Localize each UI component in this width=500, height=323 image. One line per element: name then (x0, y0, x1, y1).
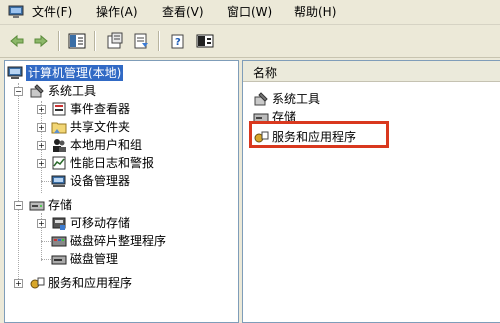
defrag-icon (51, 236, 67, 247)
back-arrow-icon[interactable] (8, 32, 26, 50)
expand-toggle[interactable]: + (37, 105, 46, 114)
expand-toggle[interactable]: + (37, 123, 46, 132)
tree-node-label: 性能日志和警报 (70, 156, 155, 170)
export-list-icon[interactable] (132, 32, 150, 50)
tree-node-label: 事件查看器 (70, 102, 131, 116)
tree-line (41, 241, 51, 242)
column-header-name[interactable]: 名称 (243, 61, 500, 82)
toolbar: ? (0, 25, 500, 58)
menu-action[interactable]: 操作(A) (96, 4, 138, 20)
tree-node-label: 系统工具 (48, 84, 97, 98)
tools-icon (30, 84, 44, 98)
tree-node-label: 计算机管理(本地) (26, 65, 124, 81)
tree-line (18, 83, 19, 279)
performance-log-icon (52, 156, 66, 170)
services-apps-icon (30, 277, 45, 289)
tree-node-label: 可移动存储 (70, 216, 131, 230)
tools-icon (254, 92, 268, 106)
computer-icon (7, 66, 23, 79)
tree-line (41, 259, 51, 260)
tree-node-label: 共享文件夹 (70, 120, 131, 134)
toolbar-separator (58, 31, 60, 51)
svg-text:?: ? (175, 37, 181, 48)
help-icon[interactable]: ? (170, 32, 188, 50)
computer-management-icon[interactable] (8, 4, 24, 20)
properties-icon[interactable] (106, 32, 124, 50)
view-icon[interactable] (196, 32, 214, 50)
list-pane: 名称 系统工具 存储 服务和应用程序 (242, 60, 500, 323)
expand-toggle[interactable]: + (37, 159, 46, 168)
forward-arrow-icon[interactable] (32, 32, 50, 50)
expand-toggle[interactable]: + (37, 219, 46, 228)
menu-file[interactable]: 文件(F) (32, 4, 72, 20)
users-icon (53, 139, 66, 152)
collapse-toggle[interactable]: − (14, 87, 23, 96)
shared-folder-icon (51, 122, 67, 134)
tree-node-label: 本地用户和组 (70, 138, 143, 152)
toolbar-separator (158, 31, 160, 51)
tree-node-label: 磁盘管理 (70, 252, 119, 266)
menu-bar: 文件(F) 操作(A) 查看(V) 窗口(W) 帮助(H) (0, 0, 500, 25)
menu-view[interactable]: 查看(V) (162, 4, 204, 20)
storage-icon (29, 201, 45, 211)
menu-help[interactable]: 帮助(H) (294, 4, 336, 20)
tree-pane: 计算机管理(本地) − 系统工具 + 事件查看器 + 共享文件夹 + 本地用户和… (4, 60, 239, 323)
tree-node-label: 服务和应用程序 (48, 276, 133, 290)
removable-storage-icon (52, 217, 66, 230)
tree-node-label: 设备管理器 (70, 174, 131, 188)
toolbar-separator (94, 31, 96, 51)
list-item-label: 系统工具 (272, 92, 321, 106)
expand-toggle[interactable]: + (37, 141, 46, 150)
highlight-box (249, 121, 389, 148)
tree-line (41, 181, 51, 182)
device-manager-icon (51, 175, 66, 187)
tree-node-label: 磁盘碎片整理程序 (70, 234, 167, 248)
menu-window[interactable]: 窗口(W) (227, 4, 272, 20)
collapse-toggle[interactable]: − (14, 201, 23, 210)
expand-toggle[interactable]: + (14, 279, 23, 288)
event-viewer-icon (52, 102, 66, 116)
show-hide-tree-icon[interactable] (68, 32, 86, 50)
disk-management-icon (51, 255, 67, 265)
tree-node-label: 存储 (48, 198, 73, 212)
column-header-label: 名称 (253, 66, 278, 80)
